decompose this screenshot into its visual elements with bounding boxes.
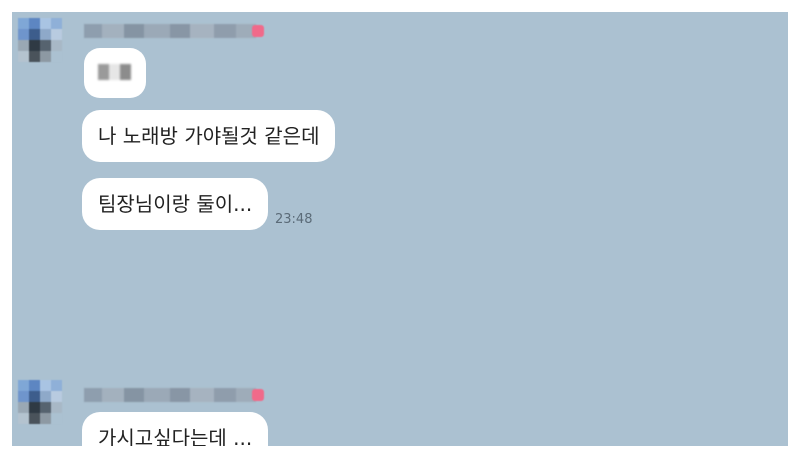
sender-avatar[interactable] xyxy=(18,380,62,424)
message-text: 나 노래방 가야될것 같은데 xyxy=(98,124,320,148)
heart-icon xyxy=(252,25,264,37)
message-text: 팀장님이랑 둘이... xyxy=(98,192,253,216)
message-timestamp: 23:48 xyxy=(275,212,313,227)
emoji-sticker-bubble[interactable] xyxy=(84,48,146,98)
message-text: 가시고싶다는데 ... xyxy=(98,426,253,446)
message-bubble-1[interactable]: 나 노래방 가야될것 같은데 xyxy=(82,110,336,162)
sender-avatar[interactable] xyxy=(18,18,62,62)
blurred-emoji-sticker xyxy=(98,64,131,80)
heart-icon xyxy=(252,389,264,401)
message-bubble-3[interactable]: 가시고싶다는데 ... xyxy=(82,412,269,446)
sender-name-blurred xyxy=(84,388,256,402)
sender-name-blurred xyxy=(84,24,256,38)
chat-room: 나 노래방 가야될것 같은데 팀장님이랑 둘이... 23:48 가시고싶다는데… xyxy=(12,12,788,446)
message-bubble-2[interactable]: 팀장님이랑 둘이... xyxy=(82,178,269,230)
